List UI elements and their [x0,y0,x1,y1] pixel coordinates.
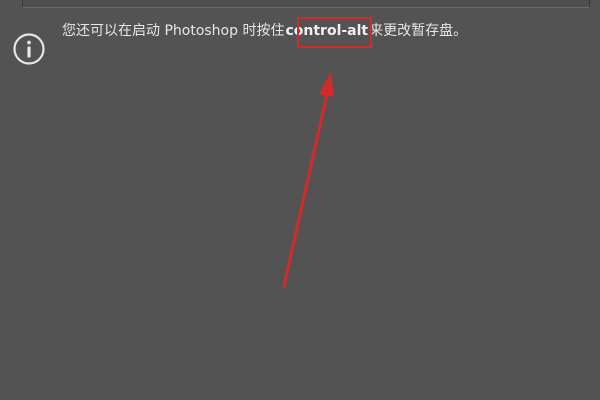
info-icon [13,33,45,65]
tip-text-after: 来更改暂存盘。 [369,23,468,39]
red-arrow-annotation [282,72,334,288]
panel-bottom-edge [22,0,590,8]
scratch-disk-tip: 您还可以在启动 Photoshop 时按住 control-alt 来更改暂存盘… [62,19,467,43]
shortcut-highlight-box [297,17,372,48]
tip-text-before: 您还可以在启动 Photoshop 时按住 [62,23,285,39]
dialog-body: 您还可以在启动 Photoshop 时按住 control-alt 来更改暂存盘… [0,0,600,400]
